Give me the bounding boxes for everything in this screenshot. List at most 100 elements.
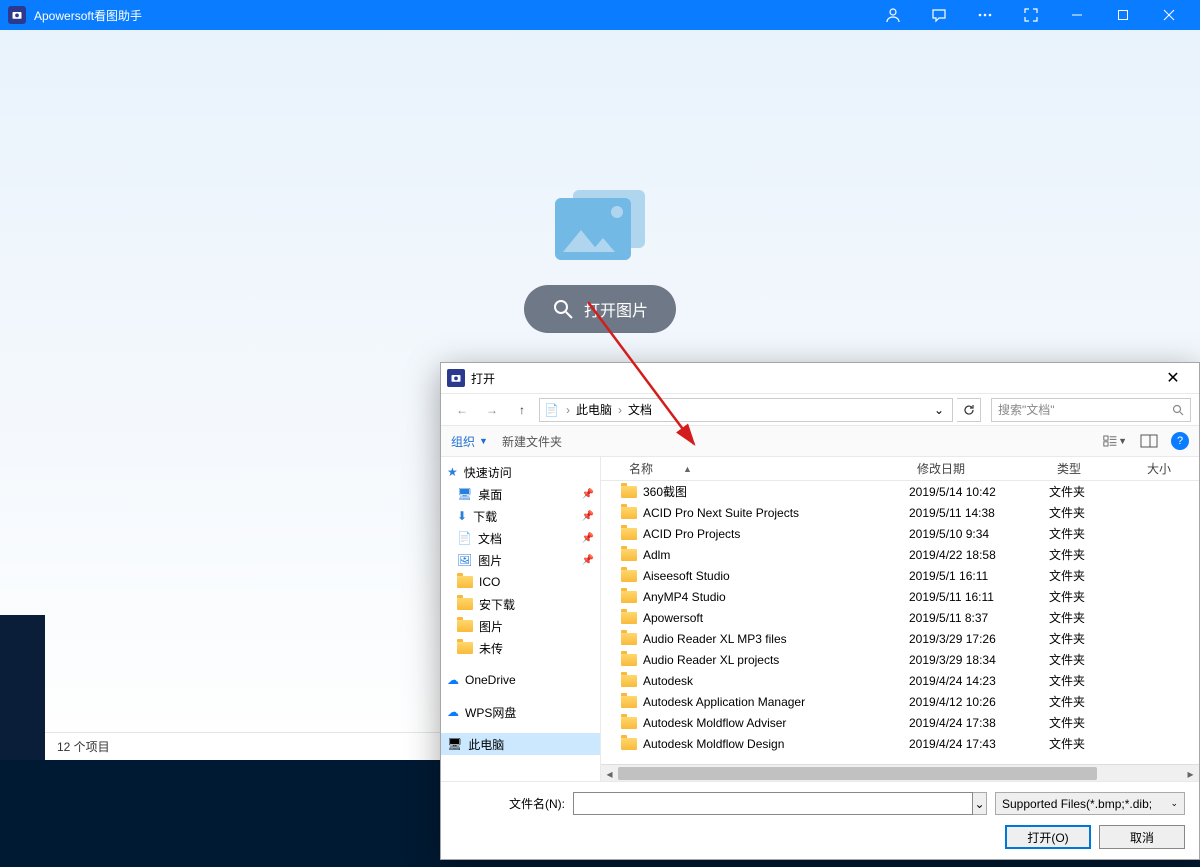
folder-icon — [457, 642, 473, 654]
col-size[interactable]: 大小 — [1139, 460, 1199, 477]
chevron-right-icon: › — [616, 403, 624, 417]
folder-icon — [621, 675, 637, 687]
folder-icon — [457, 576, 473, 588]
maximize-button[interactable] — [1100, 0, 1146, 30]
filename-label: 文件名(N): — [455, 795, 565, 812]
file-row[interactable]: Autodesk Application Manager2019/4/12 10… — [601, 691, 1199, 712]
sidebar-this-pc[interactable]: 🖥 此电脑 — [441, 733, 600, 755]
open-button[interactable]: 打开(O) — [1005, 825, 1091, 849]
file-row[interactable]: Apowersoft2019/5/11 8:37文件夹 — [601, 607, 1199, 628]
sidebar-item[interactable]: 未传 — [441, 637, 600, 659]
feedback-icon[interactable] — [916, 0, 962, 30]
help-button[interactable]: ? — [1171, 432, 1189, 450]
file-open-dialog: 打开 ✕ ← → ↑ 📄 › 此电脑 › 文档 ⌄ 搜索"文档" 组织 ▼ 新建… — [440, 362, 1200, 860]
file-row[interactable]: Aiseesoft Studio2019/5/1 16:11文件夹 — [601, 565, 1199, 586]
file-row[interactable]: Autodesk2019/4/24 14:23文件夹 — [601, 670, 1199, 691]
filetype-filter[interactable]: Supported Files(*.bmp;*.dib; ⌄ — [995, 792, 1185, 815]
dialog-toolbar: 组织 ▼ 新建文件夹 ▼ ? — [441, 425, 1199, 457]
sidebar-wps[interactable]: ☁ WPS网盘 — [441, 701, 600, 723]
search-input[interactable]: 搜索"文档" — [991, 398, 1191, 422]
sidebar-quick-access[interactable]: ★ 快速访问 — [441, 461, 600, 483]
col-type[interactable]: 类型 — [1049, 460, 1139, 477]
refresh-button[interactable] — [957, 398, 981, 422]
up-button[interactable]: ↑ — [509, 398, 535, 422]
view-options-button[interactable]: ▼ — [1103, 430, 1127, 452]
scroll-left-icon[interactable]: ◂ — [601, 765, 618, 781]
sidebar-item[interactable]: ICO — [441, 571, 600, 593]
folder-icon — [621, 486, 637, 498]
dialog-titlebar: 打开 ✕ — [441, 363, 1199, 393]
file-row[interactable]: Autodesk Moldflow Design2019/4/24 17:43文… — [601, 733, 1199, 754]
chevron-right-icon: › — [564, 403, 572, 417]
pin-icon: 📌 — [582, 555, 594, 566]
sidebar-item[interactable]: 图片 — [441, 615, 600, 637]
open-image-label: 打开图片 — [584, 297, 648, 321]
fullscreen-icon[interactable] — [1008, 0, 1054, 30]
pc-icon: 🖥 — [447, 737, 462, 751]
titlebar: Apowersoft看图助手 — [0, 0, 1200, 30]
open-image-button[interactable]: 打开图片 — [524, 285, 676, 333]
file-row[interactable]: Autodesk Moldflow Adviser2019/4/24 17:38… — [601, 712, 1199, 733]
cloud-icon: ☁ — [447, 673, 459, 687]
cancel-button[interactable]: 取消 — [1099, 825, 1185, 849]
minimize-button[interactable] — [1054, 0, 1100, 30]
placeholder-image-icon — [555, 190, 645, 260]
download-icon: ⬇ — [457, 509, 467, 523]
sidebar-item[interactable]: 🖥桌面📌 — [441, 483, 600, 505]
dialog-footer: 文件名(N): ⌄ Supported Files(*.bmp;*.dib; ⌄… — [441, 781, 1199, 859]
file-row[interactable]: ACID Pro Next Suite Projects2019/5/11 14… — [601, 502, 1199, 523]
sidebar-onedrive[interactable]: ☁ OneDrive — [441, 669, 600, 691]
user-icon[interactable] — [870, 0, 916, 30]
file-row[interactable]: 360截图2019/5/14 10:42文件夹 — [601, 481, 1199, 502]
file-row[interactable]: Audio Reader XL projects2019/3/29 18:34文… — [601, 649, 1199, 670]
sidebar-item[interactable]: 📄文档📌 — [441, 527, 600, 549]
filename-input[interactable] — [573, 792, 973, 815]
breadcrumb-folder[interactable]: 文档 — [624, 401, 656, 418]
horizontal-scrollbar[interactable]: ◂ ▸ — [601, 764, 1199, 781]
pin-icon: 📌 — [582, 511, 594, 522]
new-folder-button[interactable]: 新建文件夹 — [502, 433, 562, 450]
folder-icon — [621, 633, 637, 645]
search-placeholder: 搜索"文档" — [998, 401, 1172, 418]
dialog-nav: ← → ↑ 📄 › 此电脑 › 文档 ⌄ 搜索"文档" — [441, 393, 1199, 425]
app-title: Apowersoft看图助手 — [34, 7, 870, 24]
forward-button[interactable]: → — [479, 398, 505, 422]
folder-icon — [621, 654, 637, 666]
breadcrumb[interactable]: 📄 › 此电脑 › 文档 ⌄ — [539, 398, 953, 422]
cloud-icon: ☁ — [447, 705, 459, 719]
breadcrumb-pc[interactable]: 此电脑 — [572, 401, 616, 418]
folder-icon — [621, 738, 637, 750]
filename-dropdown[interactable]: ⌄ — [973, 792, 987, 815]
pin-icon: 📌 — [582, 533, 594, 544]
dialog-title: 打开 — [471, 370, 495, 387]
file-row[interactable]: Audio Reader XL MP3 files2019/3/29 17:26… — [601, 628, 1199, 649]
folder-icon — [621, 507, 637, 519]
list-header: 名称▲ 修改日期 类型 大小 — [601, 457, 1199, 481]
star-icon: ★ — [447, 465, 458, 479]
col-name[interactable]: 名称▲ — [601, 460, 909, 477]
organize-menu[interactable]: 组织 ▼ — [451, 433, 488, 450]
more-icon[interactable] — [962, 0, 1008, 30]
search-icon — [552, 298, 574, 320]
file-row[interactable]: AnyMP4 Studio2019/5/11 16:11文件夹 — [601, 586, 1199, 607]
scroll-right-icon[interactable]: ▸ — [1182, 765, 1199, 781]
desktop-icon: 🖥 — [457, 487, 472, 501]
document-icon: 📄 — [457, 531, 472, 545]
col-date[interactable]: 修改日期 — [909, 460, 1049, 477]
folder-icon — [621, 528, 637, 540]
dialog-close-button[interactable]: ✕ — [1153, 364, 1193, 392]
breadcrumb-dropdown[interactable]: ⌄ — [930, 403, 948, 417]
sidebar-item[interactable]: 🖼图片📌 — [441, 549, 600, 571]
file-row[interactable]: Adlm2019/4/22 18:58文件夹 — [601, 544, 1199, 565]
close-button[interactable] — [1146, 0, 1192, 30]
back-button[interactable]: ← — [449, 398, 475, 422]
preview-pane-button[interactable] — [1137, 430, 1161, 452]
sidebar-item[interactable]: 安下载 — [441, 593, 600, 615]
file-row[interactable]: ACID Pro Projects2019/5/10 9:34文件夹 — [601, 523, 1199, 544]
sidebar-item[interactable]: ⬇下载📌 — [441, 505, 600, 527]
folder-icon — [621, 549, 637, 561]
status-text: 12 个项目 — [57, 738, 110, 755]
sort-asc-icon: ▲ — [683, 464, 692, 474]
search-icon — [1172, 404, 1184, 416]
dialog-app-icon — [447, 369, 465, 387]
